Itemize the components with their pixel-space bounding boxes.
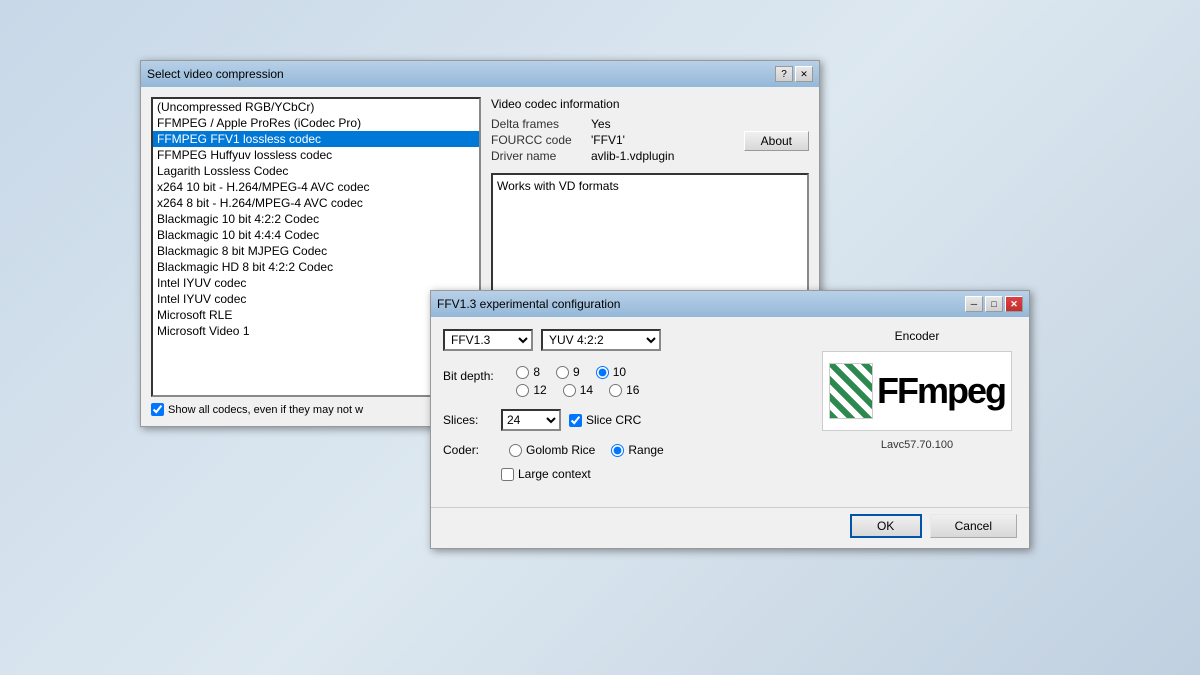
bit-depth-10-item[interactable]: 10 bbox=[596, 365, 626, 379]
codec-description-text: Works with VD formats bbox=[497, 179, 619, 193]
slice-crc-label: Slice CRC bbox=[586, 413, 641, 427]
encoder-label: Encoder bbox=[895, 329, 940, 343]
ffv-close-button[interactable]: ✕ bbox=[1005, 296, 1023, 312]
large-context-row: Large context bbox=[443, 467, 801, 481]
ffv-right-panel: Encoder FFmpeg Lavc57.70.100 bbox=[817, 329, 1017, 495]
range-label: Range bbox=[628, 443, 663, 457]
ok-button[interactable]: OK bbox=[850, 514, 922, 538]
slices-row: Slices: 24 4 6 9 12 16 30 Slice CRC bbox=[443, 409, 801, 431]
bit-depth-9-item[interactable]: 9 bbox=[556, 365, 580, 379]
golomb-rice-label: Golomb Rice bbox=[526, 443, 595, 457]
cancel-button[interactable]: Cancel bbox=[930, 514, 1017, 538]
bit-depth-row-1: 8 9 10 bbox=[516, 365, 639, 379]
ffv-left-panel: FFV1.3 YUV 4:2:2 YUV 4:2:0 YUV 4:4:4 Bit… bbox=[443, 329, 801, 495]
ffmpeg-stripe-icon bbox=[829, 363, 873, 419]
bit-depth-10-radio[interactable] bbox=[596, 366, 609, 379]
ffv-dialog-buttons: OK Cancel bbox=[431, 507, 1029, 548]
bit-depth-radio-group: 8 9 10 12 bbox=[516, 365, 639, 397]
show-all-codecs-label: Show all codecs, even if they may not w bbox=[168, 404, 363, 416]
bit-depth-9-radio[interactable] bbox=[556, 366, 569, 379]
bit-depth-label: Bit depth: bbox=[443, 369, 513, 383]
coder-row: Coder: Golomb Rice Range bbox=[443, 443, 801, 457]
ffv-dialog-controls: ─ □ ✕ bbox=[965, 296, 1023, 312]
bit-depth-10-label: 10 bbox=[613, 365, 626, 379]
bit-depth-16-radio[interactable] bbox=[609, 384, 622, 397]
list-item[interactable]: FFMPEG FFV1 lossless codec bbox=[153, 131, 479, 147]
list-item[interactable]: (Uncompressed RGB/YCbCr) bbox=[153, 99, 479, 115]
large-context-checkbox[interactable] bbox=[501, 468, 514, 481]
maximize-button[interactable]: □ bbox=[985, 296, 1003, 312]
about-row: Delta frames Yes FOURCC code 'FFV1' Driv… bbox=[491, 117, 809, 165]
slices-select[interactable]: 24 4 6 9 12 16 30 bbox=[501, 409, 561, 431]
codec-info-title: Video codec information bbox=[491, 97, 809, 111]
ffmpeg-logo: FFmpeg bbox=[829, 363, 1005, 419]
list-item[interactable]: Blackmagic HD 8 bit 4:2:2 Codec bbox=[153, 259, 479, 275]
bit-depth-16-item[interactable]: 16 bbox=[609, 383, 639, 397]
list-item[interactable]: Blackmagic 10 bit 4:2:2 Codec bbox=[153, 211, 479, 227]
main-dialog-title: Select video compression bbox=[147, 67, 284, 81]
bit-depth-12-label: 12 bbox=[533, 383, 546, 397]
driver-row: Driver name avlib-1.vdplugin bbox=[491, 149, 744, 163]
ffmpeg-logo-box: FFmpeg bbox=[822, 351, 1012, 431]
bit-depth-14-item[interactable]: 14 bbox=[563, 383, 593, 397]
ffv-config-dialog: FFV1.3 experimental configuration ─ □ ✕ … bbox=[430, 290, 1030, 549]
bit-depth-section: Bit depth: 8 9 10 bbox=[443, 365, 801, 397]
bit-depth-9-label: 9 bbox=[573, 365, 580, 379]
yuv-format-select[interactable]: YUV 4:2:2 YUV 4:2:0 YUV 4:4:4 bbox=[541, 329, 661, 351]
large-context-item[interactable]: Large context bbox=[501, 467, 591, 481]
bit-depth-12-item[interactable]: 12 bbox=[516, 383, 546, 397]
large-context-label: Large context bbox=[518, 467, 591, 481]
coder-label: Coder: bbox=[443, 443, 493, 457]
fourcc-label: FOURCC code bbox=[491, 133, 591, 147]
bit-depth-12-radio[interactable] bbox=[516, 384, 529, 397]
bit-depth-8-item[interactable]: 8 bbox=[516, 365, 540, 379]
driver-value: avlib-1.vdplugin bbox=[591, 149, 744, 163]
dropdowns-row: FFV1.3 YUV 4:2:2 YUV 4:2:0 YUV 4:4:4 bbox=[443, 329, 801, 351]
bit-depth-8-label: 8 bbox=[533, 365, 540, 379]
main-dialog-controls: ? ✕ bbox=[775, 66, 813, 82]
bit-depth-16-label: 16 bbox=[626, 383, 639, 397]
slices-label: Slices: bbox=[443, 413, 493, 427]
bit-depth-14-radio[interactable] bbox=[563, 384, 576, 397]
close-button-main[interactable]: ✕ bbox=[795, 66, 813, 82]
delta-frames-row: Delta frames Yes bbox=[491, 117, 744, 131]
bit-depth-row-2: 12 14 16 bbox=[516, 383, 639, 397]
list-item[interactable]: Blackmagic 8 bit MJPEG Codec bbox=[153, 243, 479, 259]
list-item[interactable]: Blackmagic 10 bit 4:4:4 Codec bbox=[153, 227, 479, 243]
ffmpeg-text: FFmpeg bbox=[877, 370, 1005, 412]
minimize-button[interactable]: ─ bbox=[965, 296, 983, 312]
ffv-dialog-content: FFV1.3 YUV 4:2:2 YUV 4:2:0 YUV 4:4:4 Bit… bbox=[431, 317, 1029, 507]
list-item[interactable]: x264 8 bit - H.264/MPEG-4 AVC codec bbox=[153, 195, 479, 211]
ffv-title-bar: FFV1.3 experimental configuration ─ □ ✕ bbox=[431, 291, 1029, 317]
fourcc-row: FOURCC code 'FFV1' bbox=[491, 133, 744, 147]
show-all-codecs-checkbox[interactable] bbox=[151, 403, 164, 416]
bit-depth-14-label: 14 bbox=[580, 383, 593, 397]
bit-depth-8-radio[interactable] bbox=[516, 366, 529, 379]
range-radio[interactable] bbox=[611, 444, 624, 457]
codec-version-select[interactable]: FFV1.3 bbox=[443, 329, 533, 351]
slice-crc-item[interactable]: Slice CRC bbox=[569, 413, 641, 427]
about-button[interactable]: About bbox=[744, 131, 809, 151]
list-item[interactable]: FFMPEG Huffyuv lossless codec bbox=[153, 147, 479, 163]
delta-frames-value: Yes bbox=[591, 117, 744, 131]
list-item[interactable]: x264 10 bit - H.264/MPEG-4 AVC codec bbox=[153, 179, 479, 195]
list-item[interactable]: Lagarith Lossless Codec bbox=[153, 163, 479, 179]
slice-crc-checkbox[interactable] bbox=[569, 414, 582, 427]
golomb-rice-radio[interactable] bbox=[509, 444, 522, 457]
help-button[interactable]: ? bbox=[775, 66, 793, 82]
range-item[interactable]: Range bbox=[611, 443, 663, 457]
ffv-dialog-title: FFV1.3 experimental configuration bbox=[437, 297, 620, 311]
ffmpeg-version: Lavc57.70.100 bbox=[881, 439, 953, 451]
golomb-rice-item[interactable]: Golomb Rice bbox=[509, 443, 595, 457]
main-dialog-title-bar: Select video compression ? ✕ bbox=[141, 61, 819, 87]
list-item[interactable]: FFMPEG / Apple ProRes (iCodec Pro) bbox=[153, 115, 479, 131]
codec-description-box: Works with VD formats bbox=[491, 173, 809, 303]
driver-label: Driver name bbox=[491, 149, 591, 163]
fourcc-value: 'FFV1' bbox=[591, 133, 744, 147]
list-item[interactable]: Intel IYUV codec bbox=[153, 275, 479, 291]
delta-frames-label: Delta frames bbox=[491, 117, 591, 131]
